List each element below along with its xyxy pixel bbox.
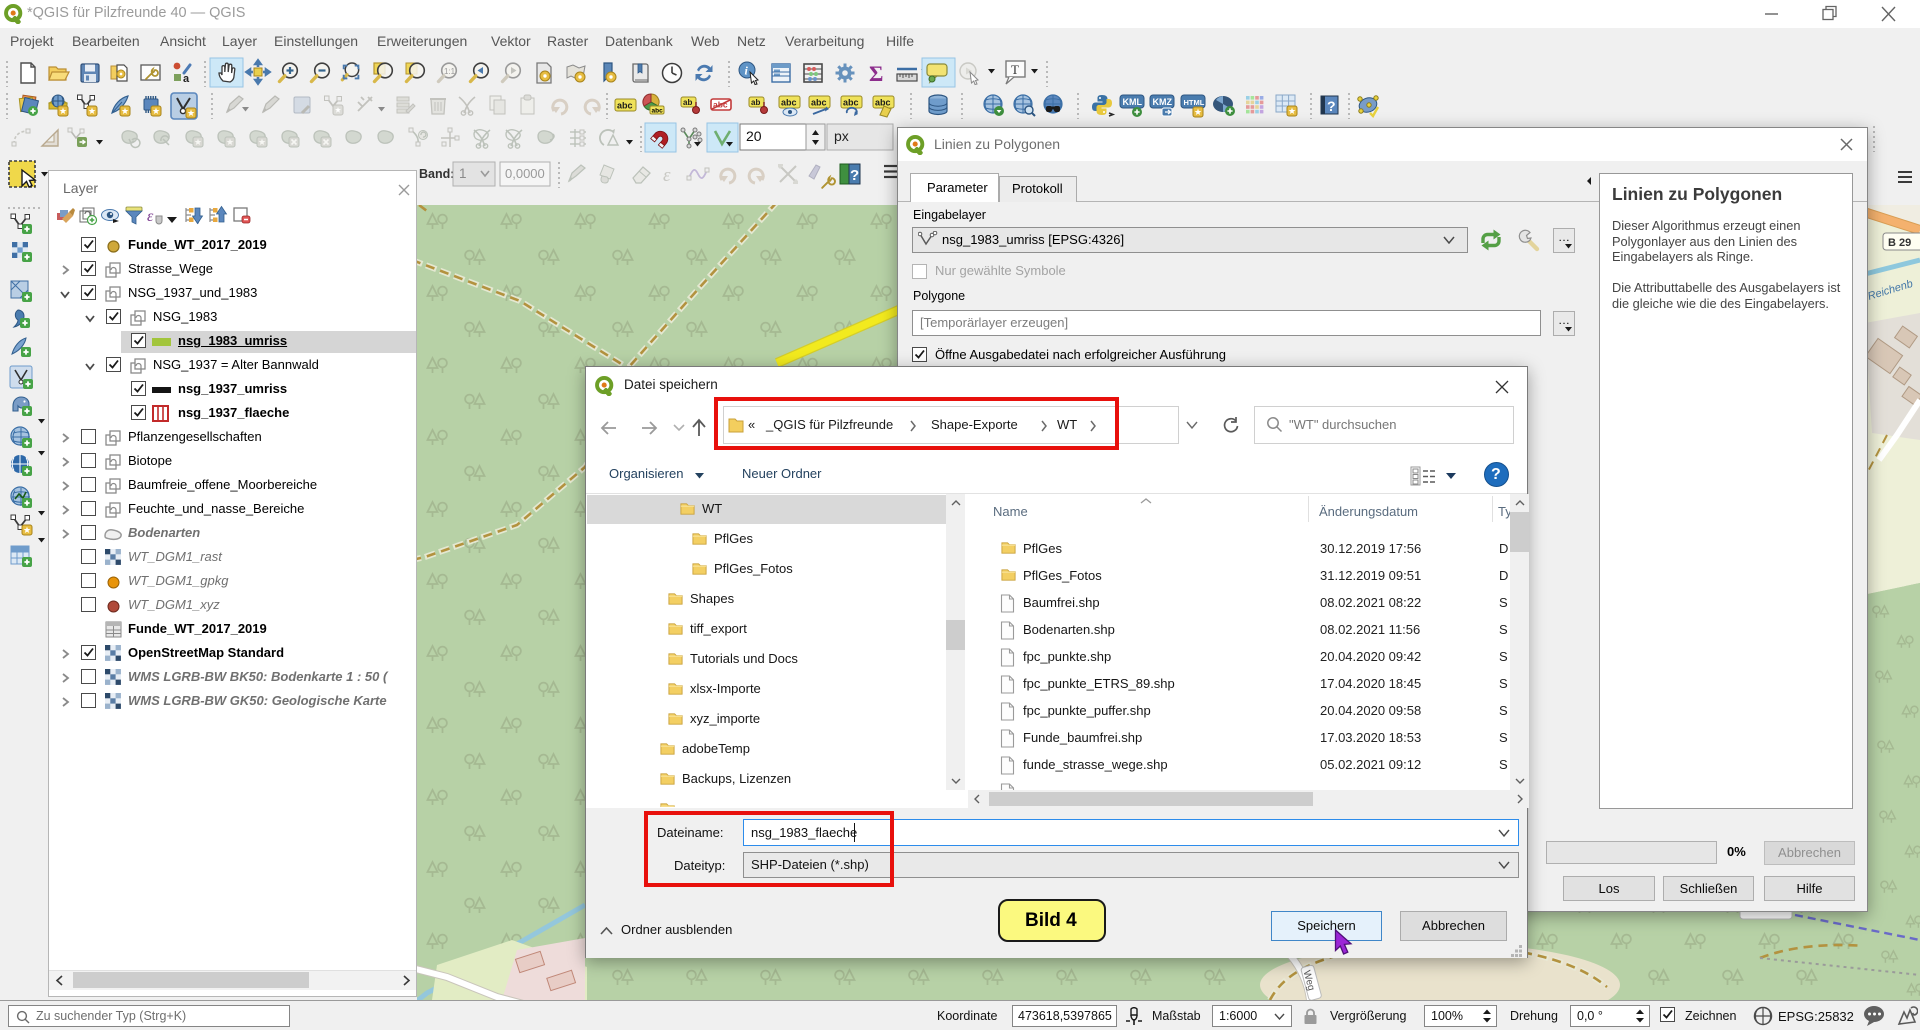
svg-text:0,0000: 0,0000 — [505, 166, 545, 181]
svg-text:KMZ: KMZ — [1153, 97, 1173, 107]
svg-text:?: ? — [1327, 98, 1336, 114]
svg-text:abc: abc — [652, 108, 664, 115]
svg-text:?: ? — [850, 167, 859, 184]
svg-text:abc: abc — [843, 98, 859, 108]
svg-text:ε: ε — [663, 165, 671, 186]
svg-text:1:1: 1:1 — [444, 67, 456, 76]
svg-text:1: 1 — [459, 166, 467, 181]
svg-text:T: T — [1011, 62, 1019, 77]
svg-text:abc: abc — [781, 98, 797, 108]
svg-text:HTML: HTML — [1184, 98, 1205, 107]
svg-text:ab: ab — [751, 98, 760, 107]
svg-text:20: 20 — [746, 128, 762, 144]
svg-text:KML: KML — [1123, 97, 1143, 107]
svg-text:abc: abc — [875, 98, 891, 108]
svg-text:B 29: B 29 — [1888, 237, 1911, 249]
svg-text:abc: abc — [811, 98, 827, 108]
svg-text:Σ: Σ — [869, 61, 883, 86]
svg-text:px: px — [834, 128, 849, 144]
svg-text:ab: ab — [683, 98, 692, 107]
svg-text:ε: ε — [147, 208, 154, 225]
svg-text:Band:: Band: — [419, 167, 454, 181]
svg-text:abc: abc — [617, 101, 633, 111]
svg-text:a: a — [183, 73, 190, 85]
